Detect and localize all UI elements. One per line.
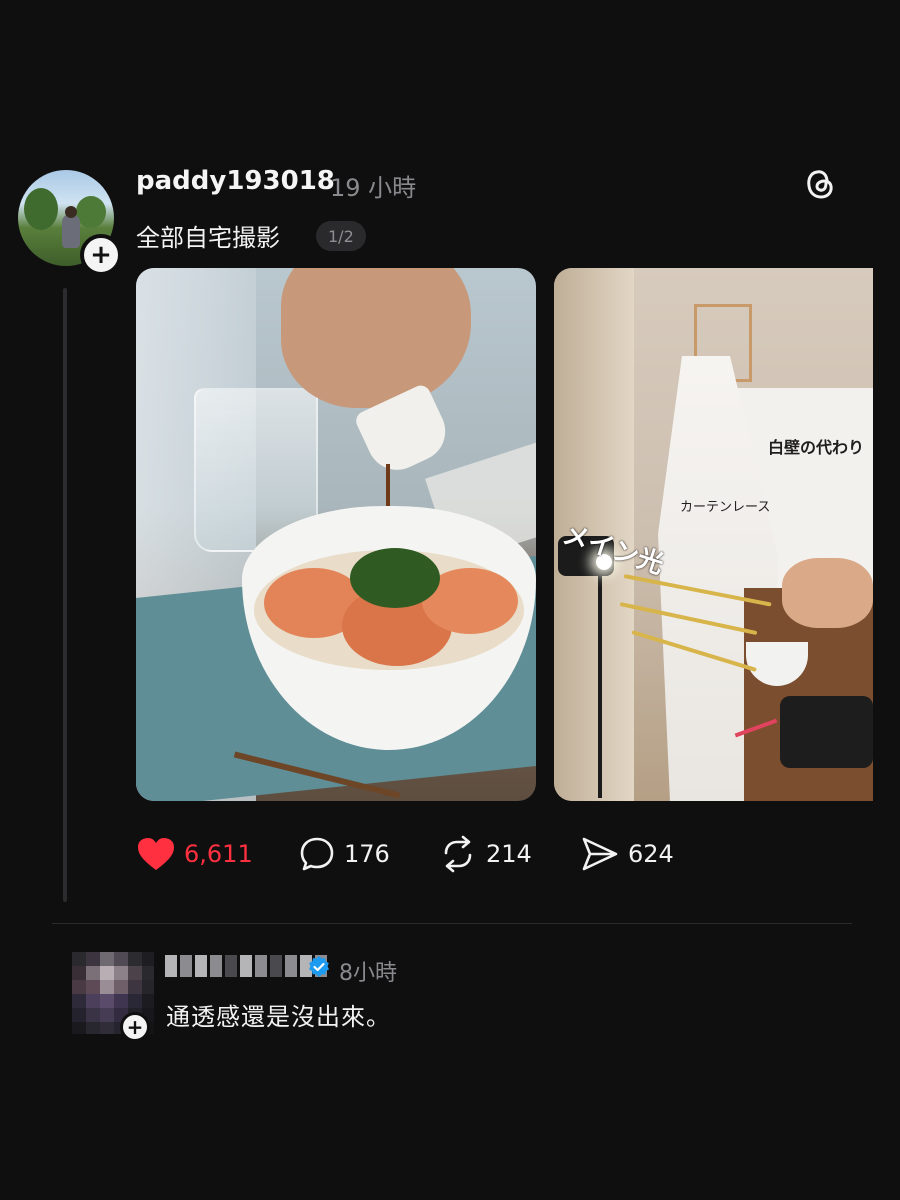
img2-hands bbox=[782, 558, 873, 628]
like-button[interactable]: 6,611 bbox=[136, 832, 253, 876]
comment-text: 通透感還是沒出來。 bbox=[166, 1003, 391, 1031]
post-caption: 全部自宅撮影 bbox=[136, 224, 280, 252]
speech-bubble-icon bbox=[300, 837, 334, 871]
commenter-follow-plus-icon[interactable]: + bbox=[120, 1012, 150, 1042]
share-button[interactable]: 624 bbox=[580, 832, 674, 876]
author-username[interactable]: paddy193018 bbox=[136, 166, 335, 196]
follow-plus-icon[interactable]: + bbox=[80, 234, 122, 276]
post-divider bbox=[52, 923, 852, 924]
avatar-tree-left bbox=[24, 188, 58, 230]
repost-arrows-icon bbox=[444, 835, 472, 873]
post-image-rice-bowl[interactable] bbox=[136, 268, 536, 801]
post-image-setup[interactable]: 白壁の代わり カーテンレース メイン光 bbox=[554, 268, 873, 801]
repost-button[interactable]: 214 bbox=[438, 832, 532, 876]
img2-camera bbox=[780, 696, 873, 768]
verified-badge-icon bbox=[309, 956, 329, 977]
threads-logo-icon[interactable] bbox=[800, 164, 840, 204]
commenter-name-pixelated[interactable] bbox=[165, 953, 327, 979]
img2-label-wall: 白壁の代わり bbox=[768, 438, 865, 457]
threads-post: + paddy193018 19 小時 全部自宅撮影 1/2 白壁の代わり カー… bbox=[0, 0, 900, 1200]
img2-label-lace: カーテンレース bbox=[680, 500, 771, 515]
like-count: 6,611 bbox=[184, 840, 253, 868]
heart-filled-icon bbox=[138, 838, 174, 870]
repost-count: 214 bbox=[486, 840, 532, 868]
avatar-person-head bbox=[65, 206, 77, 218]
img2-light-stand bbox=[598, 558, 602, 798]
img1-shiso-garnish bbox=[350, 548, 440, 608]
post-time: 19 小時 bbox=[330, 174, 417, 202]
reply-button[interactable]: 176 bbox=[298, 832, 390, 876]
paper-plane-icon bbox=[582, 837, 618, 871]
carousel-page-indicator: 1/2 bbox=[316, 221, 366, 251]
img1-hand bbox=[281, 268, 471, 408]
thread-line bbox=[63, 288, 67, 902]
avatar-tree-right bbox=[76, 196, 106, 228]
avatar-person bbox=[62, 214, 80, 248]
share-count: 624 bbox=[628, 840, 674, 868]
reply-count: 176 bbox=[344, 840, 390, 868]
comment-time: 8小時 bbox=[339, 961, 397, 986]
